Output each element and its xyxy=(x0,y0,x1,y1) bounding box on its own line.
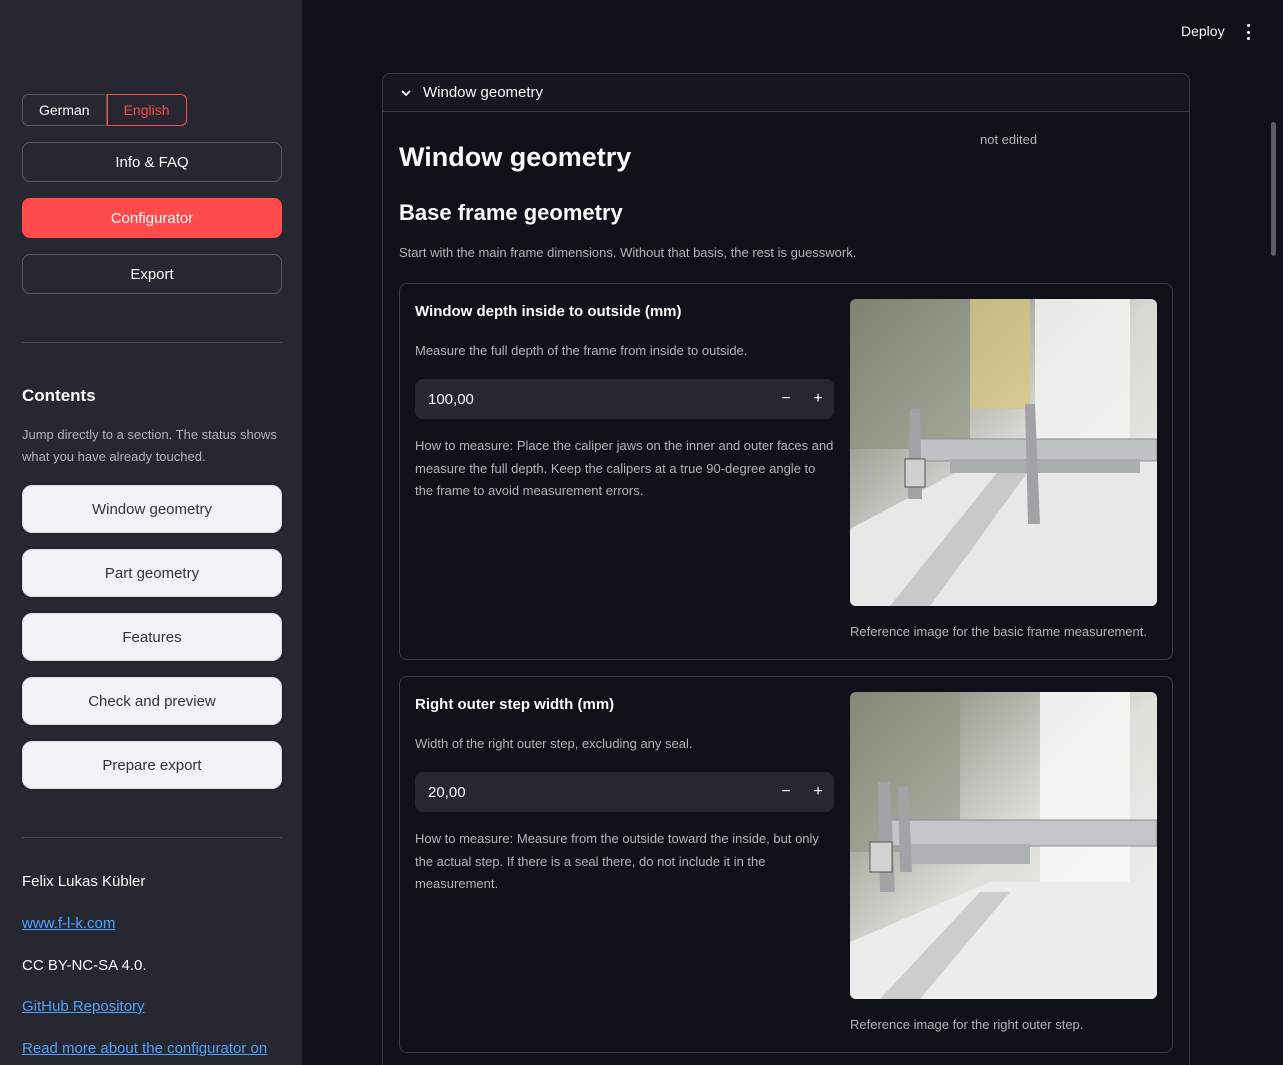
measure-instructions: How to measure: Measure from the outside… xyxy=(415,831,819,891)
github-link[interactable]: GitHub Repository xyxy=(22,998,145,1015)
field-title: Right outer step width (mm) xyxy=(415,696,615,713)
sidebar-divider xyxy=(22,342,282,343)
page-title: Window geometry xyxy=(399,142,632,172)
language-english-button[interactable]: English xyxy=(106,94,187,126)
toc-prepare-export-button[interactable]: Prepare export xyxy=(22,741,282,789)
expander-title: Window geometry xyxy=(423,84,544,101)
image-caption: Reference image for the right outer step… xyxy=(850,1017,1084,1032)
field-description: Measure the full depth of the frame from… xyxy=(415,343,748,358)
field-title: Window depth inside to outside (mm) xyxy=(415,303,682,320)
measurement-card: Window depth inside to outside (mm) Meas… xyxy=(399,283,1173,660)
section-intro: Start with the main frame dimensions. Wi… xyxy=(399,245,857,260)
toc-check-preview-button[interactable]: Check and preview xyxy=(22,677,282,725)
window-geometry-expander: Window geometry not edited Window geomet… xyxy=(382,73,1190,1065)
image-caption: Reference image for the basic frame meas… xyxy=(850,624,1147,639)
chevron-down-icon xyxy=(401,89,411,96)
section-title: Base frame geometry xyxy=(399,200,623,225)
sidebar: German English Info & FAQ Configurator E… xyxy=(0,0,302,1065)
field-description: Width of the right outer step, excluding… xyxy=(415,736,693,751)
toc-features-button[interactable]: Features xyxy=(22,613,282,661)
author-name: Felix Lukas Kübler xyxy=(22,873,146,890)
decrement-button[interactable]: − xyxy=(770,379,802,419)
increment-button[interactable]: + xyxy=(802,379,834,419)
contents-heading: Contents xyxy=(22,386,96,405)
deploy-button[interactable]: Deploy xyxy=(1181,23,1225,39)
configurator-button[interactable]: Configurator xyxy=(22,198,282,238)
number-value[interactable]: 20,00 xyxy=(415,784,770,801)
right-outer-step-input[interactable]: 20,00 − + xyxy=(415,772,834,812)
increment-button[interactable]: + xyxy=(802,772,834,812)
sidebar-divider xyxy=(22,837,282,838)
decrement-button[interactable]: − xyxy=(770,772,802,812)
contents-description: Jump directly to a section. The status s… xyxy=(22,427,277,464)
toc-part-geometry-button[interactable]: Part geometry xyxy=(22,549,282,597)
window-depth-input[interactable]: 100,00 − + xyxy=(415,379,834,419)
caliper-reference-image xyxy=(850,299,1157,606)
export-button[interactable]: Export xyxy=(22,254,282,294)
language-german-button[interactable]: German xyxy=(22,94,107,126)
language-toggle: German English xyxy=(22,94,187,126)
expander-header[interactable]: Window geometry xyxy=(383,74,1189,112)
website-link[interactable]: www.f-l-k.com xyxy=(22,915,115,932)
kebab-menu-icon[interactable] xyxy=(1242,24,1254,40)
caliper-reference-image xyxy=(850,692,1157,999)
main-scrollbar[interactable] xyxy=(1271,122,1276,256)
toc-window-geometry-button[interactable]: Window geometry xyxy=(22,485,282,533)
read-more-link[interactable]: Read more about the configurator on xyxy=(22,1040,267,1057)
measurement-card: Right outer step width (mm) Width of the… xyxy=(399,676,1173,1053)
license-text: CC BY-NC-SA 4.0. xyxy=(22,957,147,974)
number-value[interactable]: 100,00 xyxy=(415,391,770,408)
measure-instructions: How to measure: Place the caliper jaws o… xyxy=(415,438,834,498)
status-badge: not edited xyxy=(980,132,1038,147)
info-faq-button[interactable]: Info & FAQ xyxy=(22,142,282,182)
